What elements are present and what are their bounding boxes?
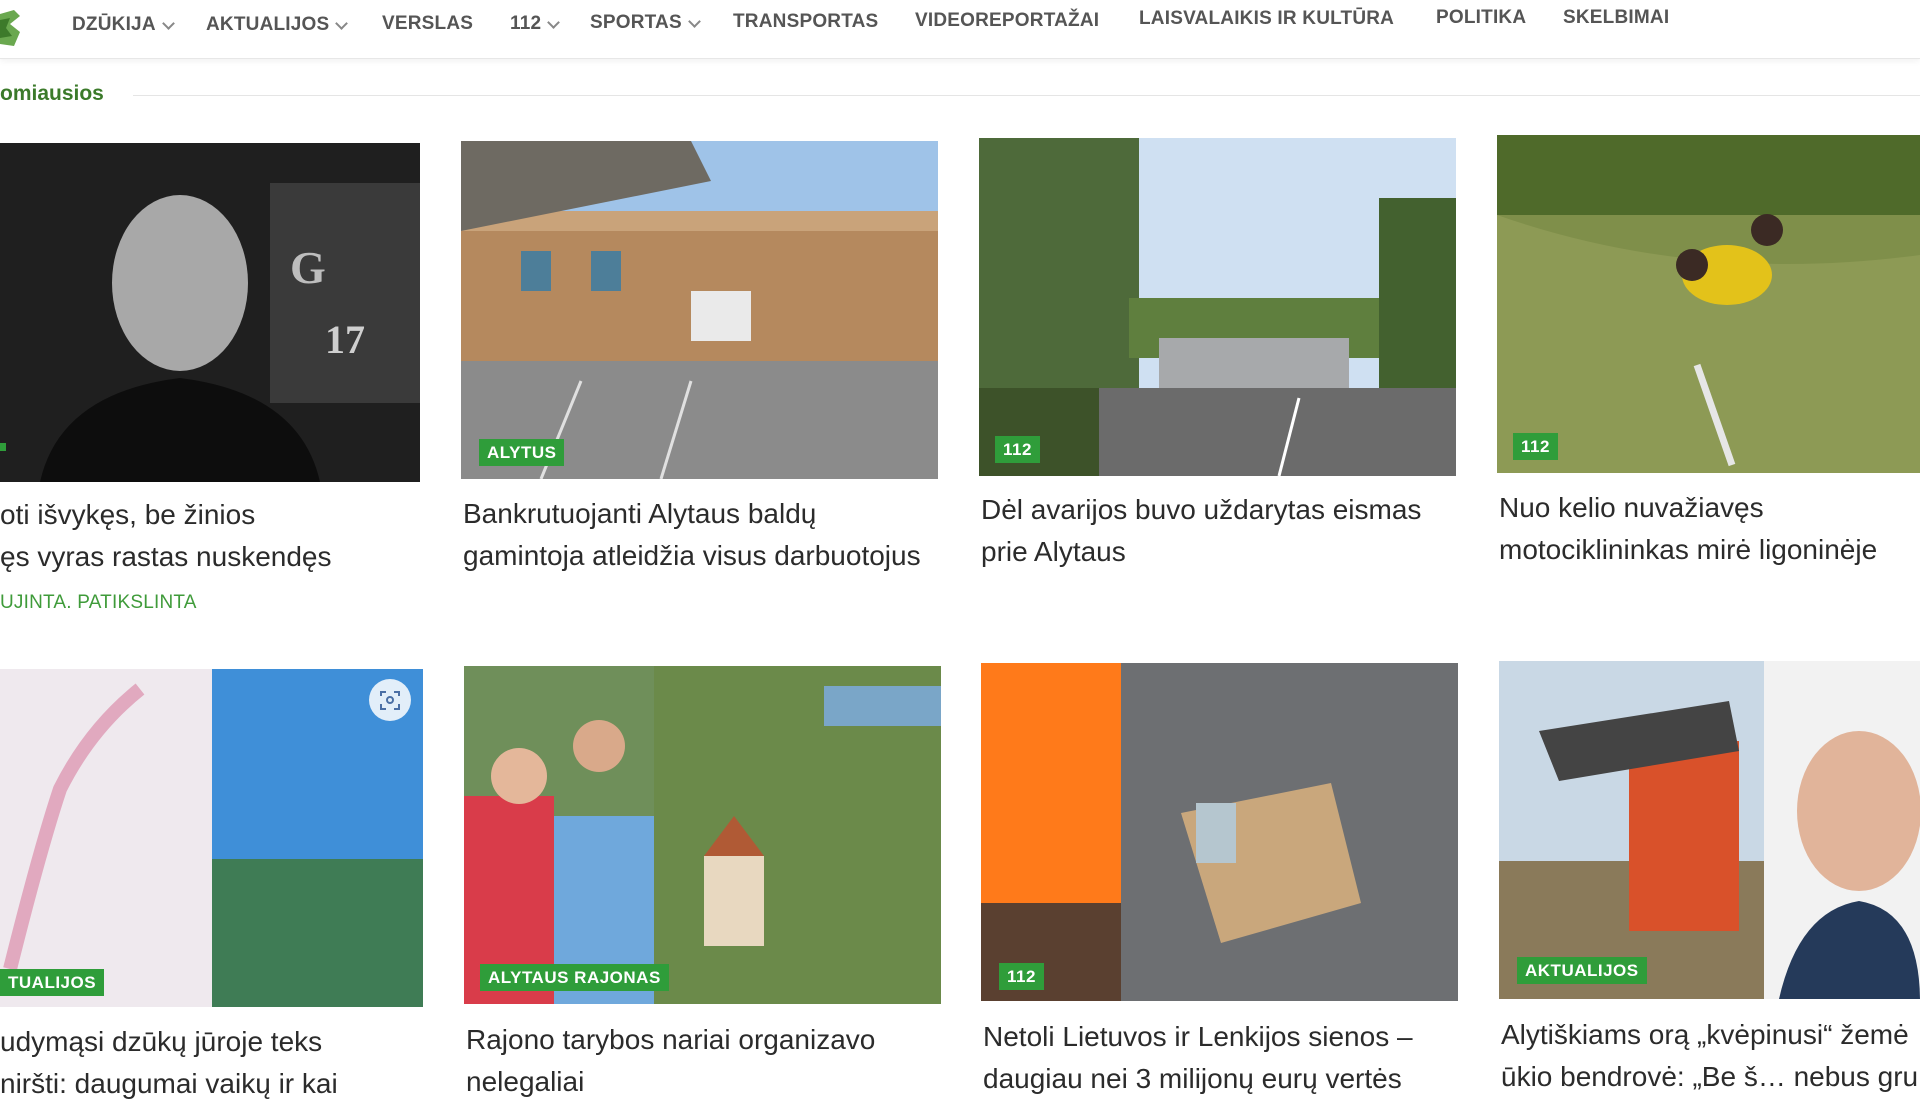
category-badge[interactable]: TUALIJOS xyxy=(0,969,105,996)
nav-item-aktualijos[interactable]: AKTUALIJOS xyxy=(206,14,349,36)
chevron-down-icon xyxy=(547,15,561,29)
microscope-and-lake-photo xyxy=(0,669,423,1007)
chevron-down-icon xyxy=(161,16,175,30)
article-headline[interactable]: Bankrutuojanti Alytaus baldų gamintoja a… xyxy=(463,493,921,577)
nav-item-skelbimai[interactable]: SKELBIMAI xyxy=(1563,7,1669,29)
nav-item-verslas[interactable]: VERSLAS xyxy=(382,13,473,35)
nav-item-laisvalaikis[interactable]: LAISVALAIKIS IR KULTŪRA xyxy=(1139,8,1394,30)
council-members-and-town-photo xyxy=(464,666,941,1004)
article-update-tag: UJINTA. PATIKSLINTA xyxy=(0,592,197,613)
farm-spreader-and-portrait-photo xyxy=(1499,661,1920,999)
chevron-down-icon xyxy=(687,14,701,28)
visual-search-icon xyxy=(380,691,400,710)
site-logo[interactable] xyxy=(0,6,24,52)
chevron-down-icon xyxy=(335,16,349,30)
nav-item-transportas[interactable]: TRANSPORTAS xyxy=(733,11,878,33)
nav-item-videoreportazai[interactable]: VIDEOREPORTAŽAI xyxy=(915,10,1099,32)
category-badge[interactable]: ALYTUS xyxy=(479,439,565,466)
top-navigation: DZŪKIJA AKTUALIJOS VERSLAS 112 SPORTAS T… xyxy=(0,0,1920,59)
article-headline[interactable]: Netoli Lietuvos ir Lenkijos sienos – dau… xyxy=(983,1016,1413,1100)
article-image[interactable]: 112 xyxy=(981,663,1458,1001)
nav-item-sportas[interactable]: SPORTAS xyxy=(590,12,701,34)
article-image[interactable]: 112 xyxy=(1497,135,1920,473)
article-headline[interactable]: oti išvykęs, be žinios ęs vyras rastas n… xyxy=(0,494,332,578)
category-badge[interactable]: ALYTAUS RAJONAS xyxy=(480,964,669,991)
nav-item-112[interactable]: 112 xyxy=(510,13,561,35)
article-headline[interactable]: Alytiškiams orą „kvėpinusi“ žemė ūkio be… xyxy=(1501,1014,1918,1098)
section-divider xyxy=(133,95,1920,96)
article-image[interactable]: 112 xyxy=(979,138,1456,476)
svg-text:17: 17 xyxy=(325,317,365,362)
nav-item-politika[interactable]: POLITIKA xyxy=(1436,7,1526,29)
article-image[interactable]: ALYTUS xyxy=(461,141,938,479)
article-headline[interactable]: Rajono tarybos nariai organizavo nelegal… xyxy=(466,1019,875,1103)
article-headline[interactable]: udymąsi dzūkų jūroje teks niršti: daugum… xyxy=(0,1021,338,1105)
article-image[interactable]: ALYTAUS RAJONAS xyxy=(464,666,941,1004)
svg-text:G: G xyxy=(290,242,326,293)
accident-road-photo xyxy=(979,138,1456,476)
section-title: omiausios xyxy=(0,82,104,105)
article-image[interactable]: AKTUALIJOS xyxy=(1499,661,1920,999)
nav-item-dzukija[interactable]: DZŪKIJA xyxy=(72,14,175,36)
article-image[interactable]: G 17 xyxy=(0,143,420,482)
portrait-photo: G 17 xyxy=(0,143,420,482)
contraband-cargo-photo xyxy=(981,663,1458,1001)
category-badge[interactable]: 112 xyxy=(1513,433,1558,460)
category-badge[interactable] xyxy=(0,443,6,451)
article-headline[interactable]: Dėl avarijos buvo uždarytas eismas prie … xyxy=(981,489,1421,573)
category-badge[interactable]: 112 xyxy=(999,963,1044,990)
visual-search-button[interactable] xyxy=(369,679,411,721)
warehouse-photo xyxy=(461,141,938,479)
category-badge[interactable]: AKTUALIJOS xyxy=(1517,957,1647,984)
category-badge[interactable]: 112 xyxy=(995,436,1040,463)
article-headline[interactable]: Nuo kelio nuvažiavęs motociklininkas mir… xyxy=(1499,487,1877,571)
motorcycle-photo xyxy=(1497,135,1920,473)
article-image[interactable]: TUALIJOS xyxy=(0,669,423,1007)
